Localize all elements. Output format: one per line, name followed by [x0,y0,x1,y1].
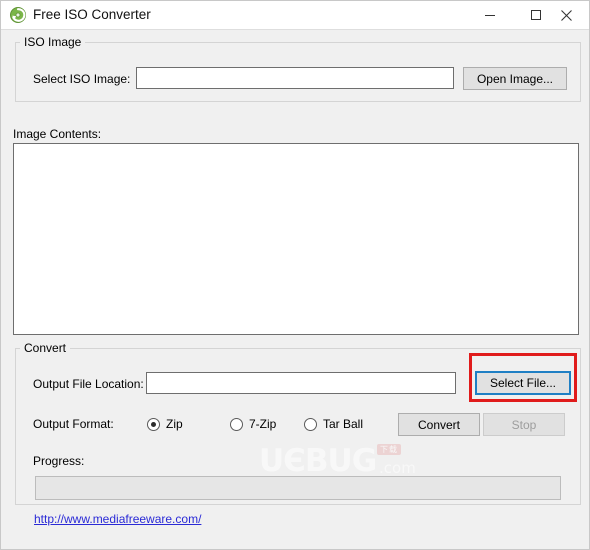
close-icon [561,9,572,21]
progress-bar [35,476,561,500]
radio-output-format-tarball[interactable]: Tar Ball [304,416,363,432]
app-disc-icon [9,6,27,24]
output-format-label: Output Format: [33,417,114,431]
progress-label: Progress: [33,454,85,468]
radio-label-tarball: Tar Ball [323,416,364,431]
minimize-icon [485,15,495,16]
image-contents-listbox[interactable] [13,143,579,335]
image-contents-label: Image Contents: [13,127,102,141]
radio-label-zip: Zip [166,416,183,431]
minimize-button[interactable] [467,1,513,29]
radio-dot-icon [304,417,317,431]
radio-label-7zip: 7-Zip [249,416,277,431]
convert-group-legend: Convert [20,342,71,355]
application-window: Free ISO Converter ISO Image Select ISO … [0,0,590,550]
radio-dot-icon [147,417,160,431]
stop-button: Stop [483,413,565,436]
maximize-icon [531,10,541,20]
radio-dot-icon [230,417,243,431]
open-image-button[interactable]: Open Image... [463,67,567,90]
radio-output-format-7zip[interactable]: 7-Zip [230,416,276,432]
select-file-button[interactable]: Select File... [475,371,571,395]
iso-image-group-legend: ISO Image [20,36,86,49]
window-title: Free ISO Converter [33,7,151,22]
select-iso-image-label: Select ISO Image: [33,72,131,86]
iso-path-input[interactable] [136,67,454,89]
close-button[interactable] [544,1,589,29]
output-file-location-label: Output File Location: [33,377,144,391]
output-file-location-input[interactable] [146,372,456,394]
title-bar: Free ISO Converter [1,1,589,30]
website-link[interactable]: http://www.mediafreeware.com/ [34,512,201,526]
radio-output-format-zip[interactable]: Zip [147,416,183,432]
convert-button[interactable]: Convert [398,413,480,436]
